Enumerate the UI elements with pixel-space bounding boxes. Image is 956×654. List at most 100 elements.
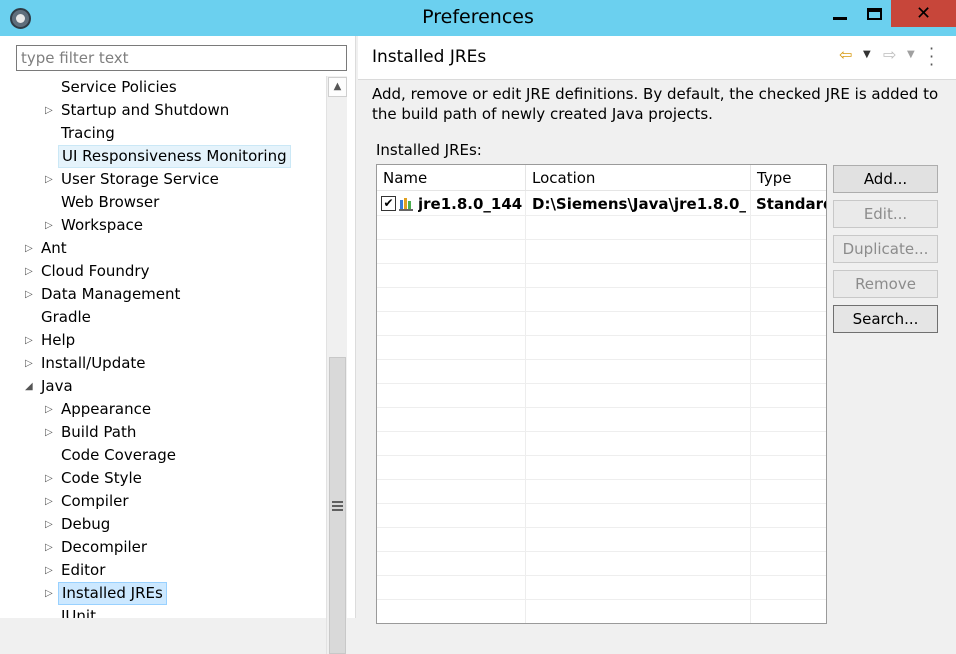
tree-item[interactable]: ▷ Debug xyxy=(12,513,326,536)
table-row xyxy=(377,312,826,336)
expand-arrow-icon[interactable]: ▷ xyxy=(45,214,57,237)
tree-item-label: UI Responsiveness Monitoring xyxy=(58,145,291,168)
tree-item[interactable]: JUnit xyxy=(12,605,326,618)
tree-item[interactable]: ▷ Help xyxy=(12,329,326,352)
jre-library-icon xyxy=(399,198,413,211)
edit-button[interactable]: Edit... xyxy=(833,200,938,228)
scroll-thumb[interactable] xyxy=(329,357,346,654)
tree-item-label: JUnit xyxy=(61,607,96,618)
page-title: Installed JREs xyxy=(372,47,487,67)
tree-item[interactable]: Service Policies xyxy=(12,76,326,99)
tree-item-label: Ant xyxy=(41,239,67,257)
expand-arrow-icon[interactable]: ▷ xyxy=(45,559,57,582)
tree-item[interactable]: ▷ Decompiler xyxy=(12,536,326,559)
tree-item[interactable]: ▷ Appearance xyxy=(12,398,326,421)
tree-item[interactable]: Web Browser xyxy=(12,191,326,214)
page-description: Add, remove or edit JRE definitions. By … xyxy=(372,85,939,123)
collapse-arrow-icon[interactable]: ◢ xyxy=(25,375,37,398)
tree-item[interactable]: ◢ Java xyxy=(12,375,326,398)
tree-item-label: Editor xyxy=(61,561,106,579)
back-arrow-icon[interactable]: ⇦ xyxy=(839,45,852,64)
table-header: Name Location Type xyxy=(377,165,826,191)
table-row xyxy=(377,336,826,360)
tree-item[interactable]: ▷ Cloud Foundry xyxy=(12,260,326,283)
tree-item-label: Code Style xyxy=(61,469,142,487)
default-jre-checkbox[interactable]: ✔ xyxy=(381,196,396,211)
table-row xyxy=(377,600,826,623)
tree-item[interactable]: ▷ User Storage Service xyxy=(12,168,326,191)
tree-item[interactable]: ▷ Build Path xyxy=(12,421,326,444)
table-row xyxy=(377,528,826,552)
tree-item-label: Web Browser xyxy=(61,193,160,211)
tree-item-label: Compiler xyxy=(61,492,129,510)
close-button[interactable]: ✕ xyxy=(891,0,956,27)
tree-item-label: Workspace xyxy=(61,216,143,234)
tree-item-label: Appearance xyxy=(61,400,152,418)
column-header-location[interactable]: Location xyxy=(526,165,751,191)
tree-item-label: Gradle xyxy=(41,308,91,326)
tree-item-label: Java xyxy=(41,377,73,395)
table-row xyxy=(377,408,826,432)
tree-item[interactable]: UI Responsiveness Monitoring xyxy=(12,145,326,168)
tree-item[interactable]: ▷ Editor xyxy=(12,559,326,582)
search-button[interactable]: Search... xyxy=(833,305,938,333)
minimize-button[interactable] xyxy=(823,0,857,27)
tree-item-label: User Storage Service xyxy=(61,170,219,188)
column-header-type[interactable]: Type xyxy=(751,165,826,191)
tree-item[interactable]: Code Coverage xyxy=(12,444,326,467)
back-dropdown-icon[interactable]: ▼ xyxy=(863,49,871,60)
column-header-name[interactable]: Name xyxy=(377,165,526,191)
scroll-up-button[interactable]: ▲ xyxy=(328,77,347,97)
tree-item[interactable]: Tracing xyxy=(12,122,326,145)
jre-list-label: Installed JREs: xyxy=(376,141,482,159)
expand-arrow-icon[interactable]: ▷ xyxy=(25,329,37,352)
expand-arrow-icon[interactable]: ▷ xyxy=(45,536,57,559)
minimize-icon xyxy=(833,17,847,20)
tree-item[interactable]: ▷ Code Style xyxy=(12,467,326,490)
expand-arrow-icon[interactable]: ▷ xyxy=(25,260,37,283)
table-row xyxy=(377,384,826,408)
view-menu-icon[interactable]: · · · xyxy=(929,41,934,73)
tree-item[interactable]: ▷ Installed JREs xyxy=(12,582,326,605)
tree-item[interactable]: Gradle xyxy=(12,306,326,329)
maximize-button[interactable] xyxy=(857,0,891,27)
forward-dropdown-icon[interactable]: ▼ xyxy=(907,49,915,60)
tree-item[interactable]: ▷ Install/Update xyxy=(12,352,326,375)
expand-arrow-icon[interactable]: ▷ xyxy=(45,421,57,444)
page-header: Installed JREs ⇦ ▼ ⇨ ▼ · · · xyxy=(358,36,956,80)
expand-arrow-icon[interactable]: ▷ xyxy=(45,490,57,513)
tree-item[interactable]: ▷ Compiler xyxy=(12,490,326,513)
tree-item-label: Build Path xyxy=(61,423,137,441)
jre-location-cell: D:\Siemens\Java\jre1.8.0_... xyxy=(532,195,746,213)
add-button[interactable]: Add... xyxy=(833,165,938,193)
tree-item[interactable]: ▷ Ant xyxy=(12,237,326,260)
tree-item-label: Cloud Foundry xyxy=(41,262,150,280)
filter-input[interactable] xyxy=(16,45,347,71)
expand-arrow-icon[interactable]: ▷ xyxy=(45,398,57,421)
tree-scrollbar[interactable]: ▲ xyxy=(326,76,347,654)
grip-icon xyxy=(332,501,343,511)
jre-name-cell: jre1.8.0_144... xyxy=(418,195,523,213)
tree-item[interactable]: ▷ Startup and Shutdown xyxy=(12,99,326,122)
expand-arrow-icon[interactable]: ▷ xyxy=(45,513,57,536)
preferences-tree: Service Policies ▷ Startup and Shutdown Tra… xyxy=(12,76,326,618)
expand-arrow-icon[interactable]: ▷ xyxy=(25,352,37,375)
expand-arrow-icon[interactable]: ▷ xyxy=(25,283,37,306)
jre-table[interactable]: Name Location Type ✔ jre1.8.0_144... D:\Si… xyxy=(376,164,827,624)
expand-arrow-icon[interactable]: ▷ xyxy=(45,168,57,191)
expand-arrow-icon[interactable]: ▷ xyxy=(25,237,37,260)
remove-button[interactable]: Remove xyxy=(833,270,938,298)
table-row[interactable]: ✔ jre1.8.0_144... D:\Siemens\Java\jre1.8.0… xyxy=(377,192,826,216)
table-row xyxy=(377,360,826,384)
installed-jres-page: Installed JREs ⇦ ▼ ⇨ ▼ · · · Add, remove o… xyxy=(358,36,956,624)
tree-item-label: Help xyxy=(41,331,76,349)
duplicate-button[interactable]: Duplicate... xyxy=(833,235,938,263)
tree-item[interactable]: ▷ Workspace xyxy=(12,214,326,237)
tree-item[interactable]: ▷ Data Management xyxy=(12,283,326,306)
forward-arrow-icon[interactable]: ⇨ xyxy=(883,45,896,64)
maximize-icon xyxy=(866,7,882,20)
expand-arrow-icon[interactable]: ▷ xyxy=(45,99,57,122)
expand-arrow-icon[interactable]: ▷ xyxy=(45,582,57,605)
expand-arrow-icon[interactable]: ▷ xyxy=(45,467,57,490)
table-row xyxy=(377,552,826,576)
